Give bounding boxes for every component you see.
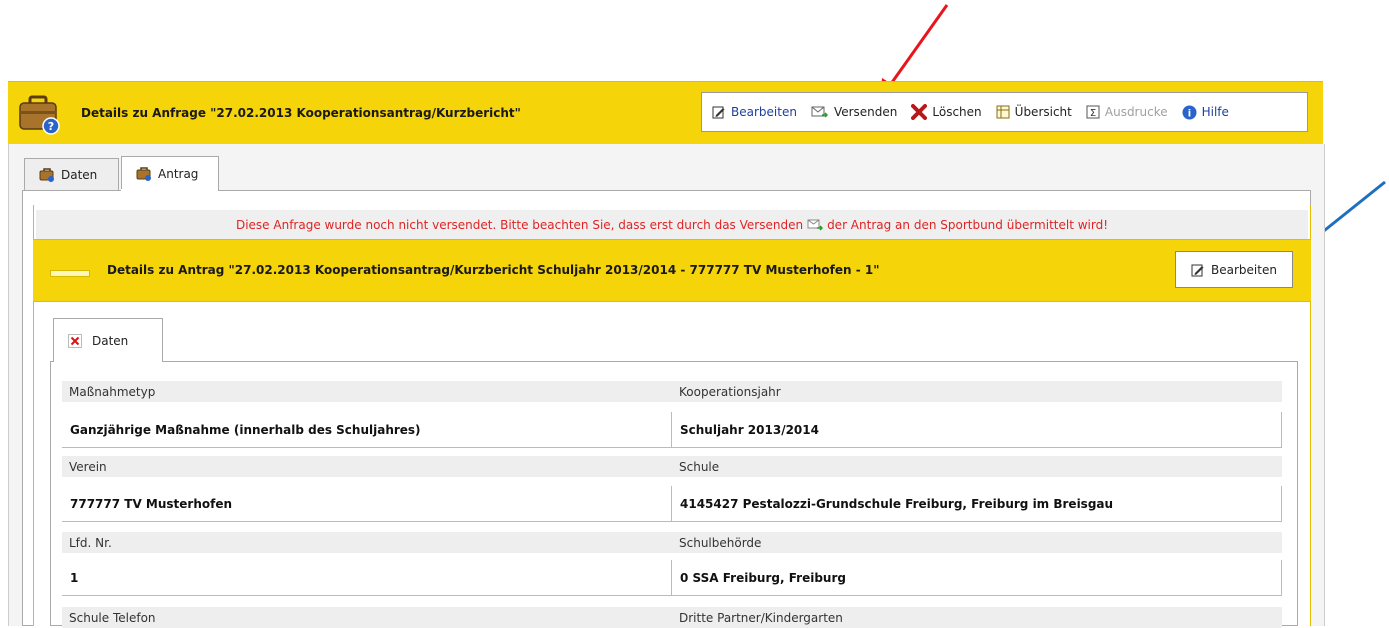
field-value: 777777 TV Musterhofen — [62, 486, 672, 522]
field-label: Verein — [62, 456, 672, 477]
subtab-gap — [54, 360, 162, 362]
table-icon — [996, 105, 1010, 119]
field-value: 4145427 Pestalozzi-Grundschule Freiburg,… — [672, 486, 1282, 522]
svg-text:?: ? — [48, 120, 54, 133]
notice-text-after: der Antrag an den Sportbund übermittelt … — [827, 217, 1109, 232]
envelope-send-icon — [807, 219, 824, 231]
field-value: Schuljahr 2013/2014 — [672, 412, 1282, 448]
delete-button[interactable]: Löschen — [911, 104, 982, 120]
briefcase-icon — [39, 167, 54, 182]
tab-antrag-label: Antrag — [158, 166, 199, 181]
field-value: 1 — [62, 560, 672, 596]
delete-x-icon — [911, 104, 928, 120]
field-value: Ganzjährige Maßnahme (innerhalb des Schu… — [62, 412, 672, 448]
send-button[interactable]: Versenden — [811, 105, 897, 119]
tab-antrag[interactable]: Antrag — [121, 156, 219, 190]
toolbar: Bearbeiten Versenden Löschen Übersicht Σ… — [701, 92, 1308, 132]
notice-text-before: Diese Anfrage wurde noch nicht versendet… — [235, 217, 804, 232]
tab-daten-label: Daten — [61, 167, 98, 182]
field-label: Schule Telefon — [62, 607, 672, 628]
field-label: Schulbehörde — [672, 532, 1282, 553]
prints-button-label: Ausdrucke — [1104, 105, 1168, 119]
svg-text:i: i — [1187, 108, 1190, 119]
section-edit-button[interactable]: Bearbeiten — [1175, 251, 1293, 288]
sum-icon: Σ — [1086, 105, 1100, 119]
collapse-toggle[interactable] — [50, 270, 90, 277]
envelope-send-icon — [811, 106, 828, 118]
edit-icon — [712, 106, 725, 119]
field-label: Lfd. Nr. — [62, 532, 672, 553]
help-button-label: Hilfe — [1201, 105, 1229, 119]
svg-text:Σ: Σ — [1090, 108, 1096, 119]
subtab-daten-label: Daten — [92, 333, 129, 348]
delete-button-label: Löschen — [932, 105, 982, 119]
section-title: Details zu Antrag "27.02.2013 Kooperatio… — [107, 263, 880, 277]
field-value: 0 SSA Freiburg, Freiburg — [672, 560, 1282, 596]
prints-button[interactable]: Σ Ausdrucke — [1086, 105, 1168, 119]
error-x-icon — [68, 333, 82, 348]
field-label: Maßnahmetyp — [62, 381, 672, 402]
edit-icon — [1191, 264, 1204, 276]
field-label: Schule — [672, 456, 1282, 477]
notice-message: Diese Anfrage wurde noch nicht versendet… — [36, 210, 1308, 239]
section-edit-button-label: Bearbeiten — [1211, 262, 1277, 277]
field-label: Dritte Partner/Kindergarten — [672, 607, 1282, 628]
briefcase-help-icon: ? — [19, 95, 60, 135]
tab-daten[interactable]: Daten — [24, 158, 119, 190]
subtab-daten[interactable]: Daten — [53, 318, 163, 362]
active-tab-gap — [121, 189, 218, 191]
send-button-label: Versenden — [833, 105, 898, 119]
overview-button-label: Übersicht — [1014, 105, 1072, 119]
info-icon: i — [1182, 105, 1197, 119]
help-button[interactable]: i Hilfe — [1182, 105, 1229, 120]
overview-button[interactable]: Übersicht — [996, 105, 1072, 119]
edit-button-label: Bearbeiten — [731, 105, 797, 119]
page-title: Details zu Anfrage "27.02.2013 Kooperati… — [81, 106, 521, 120]
edit-button[interactable]: Bearbeiten — [712, 105, 797, 119]
briefcase-icon — [136, 166, 151, 181]
field-label: Kooperationsjahr — [672, 381, 1282, 402]
